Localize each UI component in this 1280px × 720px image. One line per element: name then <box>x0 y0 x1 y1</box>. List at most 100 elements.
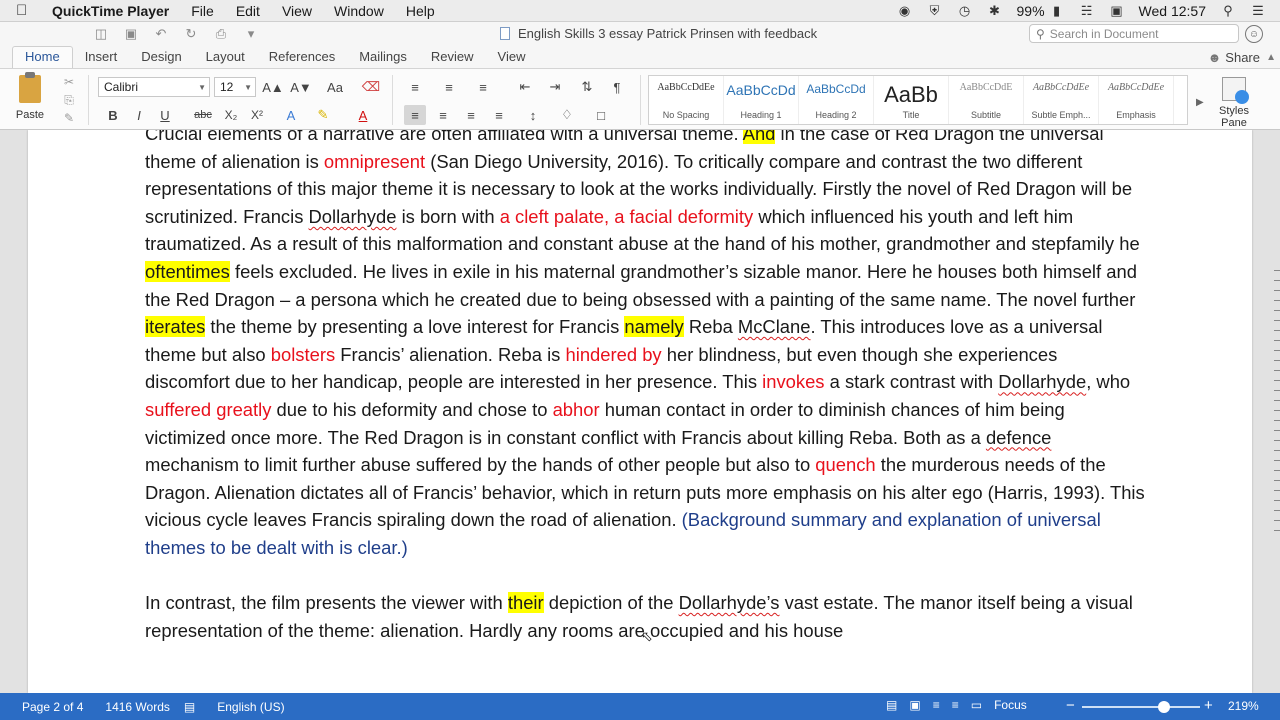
align-left-icon[interactable]: ≡ <box>404 105 426 125</box>
spelling-flagged-text[interactable]: Dollarhyde <box>998 371 1086 392</box>
shading-icon[interactable]: ♢ <box>556 105 578 125</box>
text-run[interactable]: the theme by presenting a love interest … <box>205 316 624 337</box>
change-case-icon[interactable]: Aa <box>324 77 346 97</box>
outline-icon[interactable]: ≡ <box>933 698 940 712</box>
battery-percent[interactable]: 99% <box>1017 3 1045 19</box>
tab-insert[interactable]: Insert <box>73 46 130 68</box>
grow-font-icon[interactable]: A▲ <box>262 77 284 97</box>
style-subtitle[interactable]: AaBbCcDdE Subtitle <box>949 76 1024 124</box>
strikethrough-icon[interactable]: abc <box>192 105 214 125</box>
style-title[interactable]: AaBb Title <box>874 76 949 124</box>
show-formatting-icon[interactable]: ¶ <box>606 77 628 97</box>
text-run[interactable]: Crucial elements of a narrative are ofte… <box>145 130 743 144</box>
wifi-icon[interactable]: ☵ <box>1079 3 1095 19</box>
numbering-icon[interactable]: ≡ <box>438 77 460 97</box>
focus-icon[interactable]: ▭ <box>971 698 982 712</box>
notification-center-icon[interactable]: ☰ <box>1250 3 1266 19</box>
multilevel-list-icon[interactable]: ≡ <box>472 77 494 97</box>
menu-edit[interactable]: Edit <box>236 3 260 19</box>
zoom-percent[interactable]: 219% <box>1228 699 1259 713</box>
collapse-ribbon-icon[interactable]: ▲ <box>1266 52 1276 63</box>
zoom-in-button[interactable]: + <box>1204 697 1213 714</box>
text-effects-icon[interactable]: A <box>280 105 302 125</box>
justify-icon[interactable]: ≡ <box>488 105 510 125</box>
spelling-flagged-text[interactable]: Dollarhyde <box>309 206 397 227</box>
cut-icon[interactable]: ✂ <box>60 73 78 91</box>
increase-indent-icon[interactable]: ⇥ <box>544 77 566 97</box>
text-run[interactable]: , who <box>1086 371 1130 392</box>
styles-pane-button[interactable]: Styles Pane <box>1214 77 1254 129</box>
print-layout-icon[interactable]: ▤ <box>886 698 897 712</box>
document-page[interactable]: Crucial elements of a narrative are ofte… <box>28 130 1252 693</box>
tab-design[interactable]: Design <box>129 46 193 68</box>
menu-view[interactable]: View <box>282 3 312 19</box>
feedback-red-text[interactable]: quench <box>815 454 875 475</box>
text-run[interactable]: Reba <box>684 316 738 337</box>
spelling-flagged-text[interactable]: Dollarhyde’s <box>679 592 780 613</box>
menu-window[interactable]: Window <box>334 3 384 19</box>
record-icon[interactable]: ◉ <box>897 3 913 19</box>
text-run[interactable]: depiction of the <box>544 592 679 613</box>
font-color-icon[interactable]: A <box>352 105 374 125</box>
text-run[interactable]: feels excluded. He lives in exile in his… <box>145 261 1137 310</box>
bluetooth-icon[interactable]: ✱ <box>987 3 1003 19</box>
text-run[interactable]: Francis’ alienation. Reba is <box>335 344 565 365</box>
feedback-smiley-icon[interactable]: ☺ <box>1245 25 1263 43</box>
page-count[interactable]: Page 2 of 4 <box>22 700 83 714</box>
zoom-out-button[interactable]: − <box>1066 697 1075 714</box>
text-run[interactable]: is born with <box>396 206 499 227</box>
decrease-indent-icon[interactable]: ⇤ <box>514 77 536 97</box>
text-run[interactable]: In contrast, the film presents the viewe… <box>145 592 508 613</box>
menu-app-name[interactable]: QuickTime Player <box>52 3 169 19</box>
subscript-icon[interactable]: X₂ <box>220 105 242 125</box>
highlighted-text[interactable]: their <box>507 592 544 614</box>
feedback-red-text[interactable]: hindered by <box>566 344 662 365</box>
text-run[interactable]: due to his deformity and chose to <box>271 399 552 420</box>
clear-formatting-icon[interactable]: ⌫ <box>360 77 382 97</box>
save-icon[interactable]: ▣ <box>120 25 142 43</box>
web-layout-icon[interactable]: ▣ <box>909 698 920 712</box>
bullets-icon[interactable]: ≡ <box>404 77 426 97</box>
highlighted-text[interactable]: oftentimes <box>145 260 230 282</box>
feedback-red-text[interactable]: suffered greatly <box>145 399 271 420</box>
borders-icon[interactable]: □ <box>590 105 612 125</box>
shield-icon[interactable]: ⛨ <box>927 3 943 19</box>
text-run[interactable]: mechanism to limit further abuse suffere… <box>145 454 815 475</box>
menu-help[interactable]: Help <box>406 3 435 19</box>
feedback-red-text[interactable]: a cleft palate, a facial deformity <box>500 206 754 227</box>
highlighted-text[interactable]: namely <box>624 316 684 338</box>
undo-icon[interactable]: ↶ <box>150 25 172 43</box>
italic-icon[interactable]: I <box>128 105 150 125</box>
document-area[interactable]: Crucial elements of a narrative are ofte… <box>0 130 1280 693</box>
style-heading-2[interactable]: AaBbCcDd Heading 2 <box>799 76 874 124</box>
customize-toolbar-icon[interactable]: ▾ <box>240 25 262 43</box>
menu-file[interactable]: File <box>191 3 214 19</box>
focus-label[interactable]: Focus <box>994 698 1027 712</box>
draft-icon[interactable]: ≡ <box>952 698 959 712</box>
tab-review[interactable]: Review <box>419 46 486 68</box>
align-center-icon[interactable]: ≡ <box>432 105 454 125</box>
tab-home[interactable]: Home <box>12 46 73 68</box>
paste-button[interactable]: Paste <box>10 72 50 127</box>
word-count[interactable]: 1416 Words <box>105 700 169 714</box>
line-spacing-icon[interactable]: ↕ <box>522 105 544 125</box>
copy-icon[interactable]: ⎘ <box>60 91 78 109</box>
style-emphasis[interactable]: AaBbCcDdEe Emphasis <box>1099 76 1174 124</box>
highlight-icon[interactable]: ✎ <box>312 105 334 125</box>
battery-icon[interactable]: ▮ <box>1049 3 1065 19</box>
redo-icon[interactable]: ↻ <box>180 25 202 43</box>
style-heading-1[interactable]: AaBbCcDd Heading 1 <box>724 76 799 124</box>
zoom-slider[interactable] <box>1082 701 1200 713</box>
feedback-red-text[interactable]: invokes <box>762 371 824 392</box>
spelling-flagged-text[interactable]: defence <box>986 427 1051 448</box>
feedback-red-text[interactable]: abhor <box>553 399 600 420</box>
apple-icon[interactable]:  <box>16 2 38 19</box>
proofing-icon[interactable]: ▤ <box>184 700 195 714</box>
airplay-icon[interactable]: ▣ <box>1109 3 1125 19</box>
style-no-spacing[interactable]: AaBbCcDdEe No Spacing <box>649 76 724 124</box>
styles-next-icon[interactable]: ▶ <box>1196 97 1204 108</box>
format-painter-icon[interactable]: ✎ <box>60 109 78 127</box>
spotlight-icon[interactable]: ⚲ <box>1220 3 1236 19</box>
superscript-icon[interactable]: X² <box>246 105 268 125</box>
tab-view[interactable]: View <box>486 46 538 68</box>
